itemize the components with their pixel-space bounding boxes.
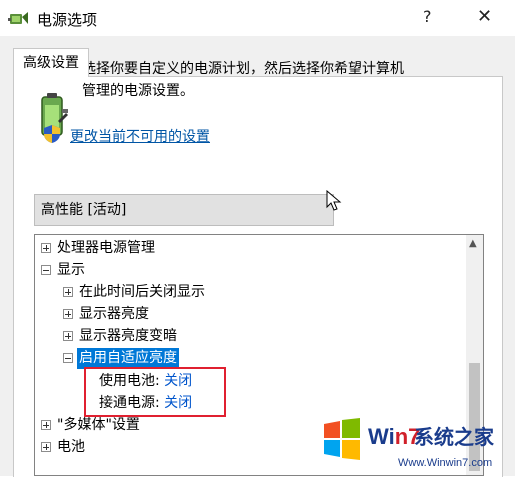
svg-text:Win7: Win7 [368, 424, 420, 449]
shield-icon [44, 125, 60, 143]
change-unavailable-settings-link[interactable]: 更改当前不可用的设置 [70, 126, 210, 146]
mouse-cursor-icon [326, 190, 342, 211]
svg-text:Www.Winwin7.com: Www.Winwin7.com [398, 457, 492, 469]
plan-description: 选择你要自定义的电源计划，然后选择你希望计算机管理的电源设置。 [82, 61, 404, 99]
expand-icon[interactable] [41, 243, 51, 253]
expand-icon[interactable] [63, 287, 73, 297]
chevron-up-icon[interactable]: ▲ [469, 238, 477, 249]
collapse-icon[interactable] [63, 353, 73, 363]
svg-text:系统之家: 系统之家 [414, 425, 495, 449]
tab-advanced-settings[interactable]: 高级设置 [13, 48, 89, 77]
power-options-icon [8, 12, 28, 24]
site-watermark-logo: Win7 系统之家 Www.Winwin7.com [324, 418, 495, 469]
help-button[interactable]: ? [423, 7, 432, 26]
title-bar: 电源选项 ? ✕ [0, 0, 515, 36]
annotation-highlight-box [84, 367, 226, 417]
expand-icon[interactable] [63, 309, 73, 319]
window-title: 电源选项 [37, 11, 98, 29]
expand-icon[interactable] [63, 331, 73, 341]
collapse-icon[interactable] [41, 265, 51, 275]
close-button[interactable]: ✕ [477, 6, 492, 27]
power-plan-select[interactable]: 高性能 [活动] [34, 194, 334, 226]
expand-icon[interactable] [41, 420, 51, 430]
expand-icon[interactable] [41, 442, 51, 452]
